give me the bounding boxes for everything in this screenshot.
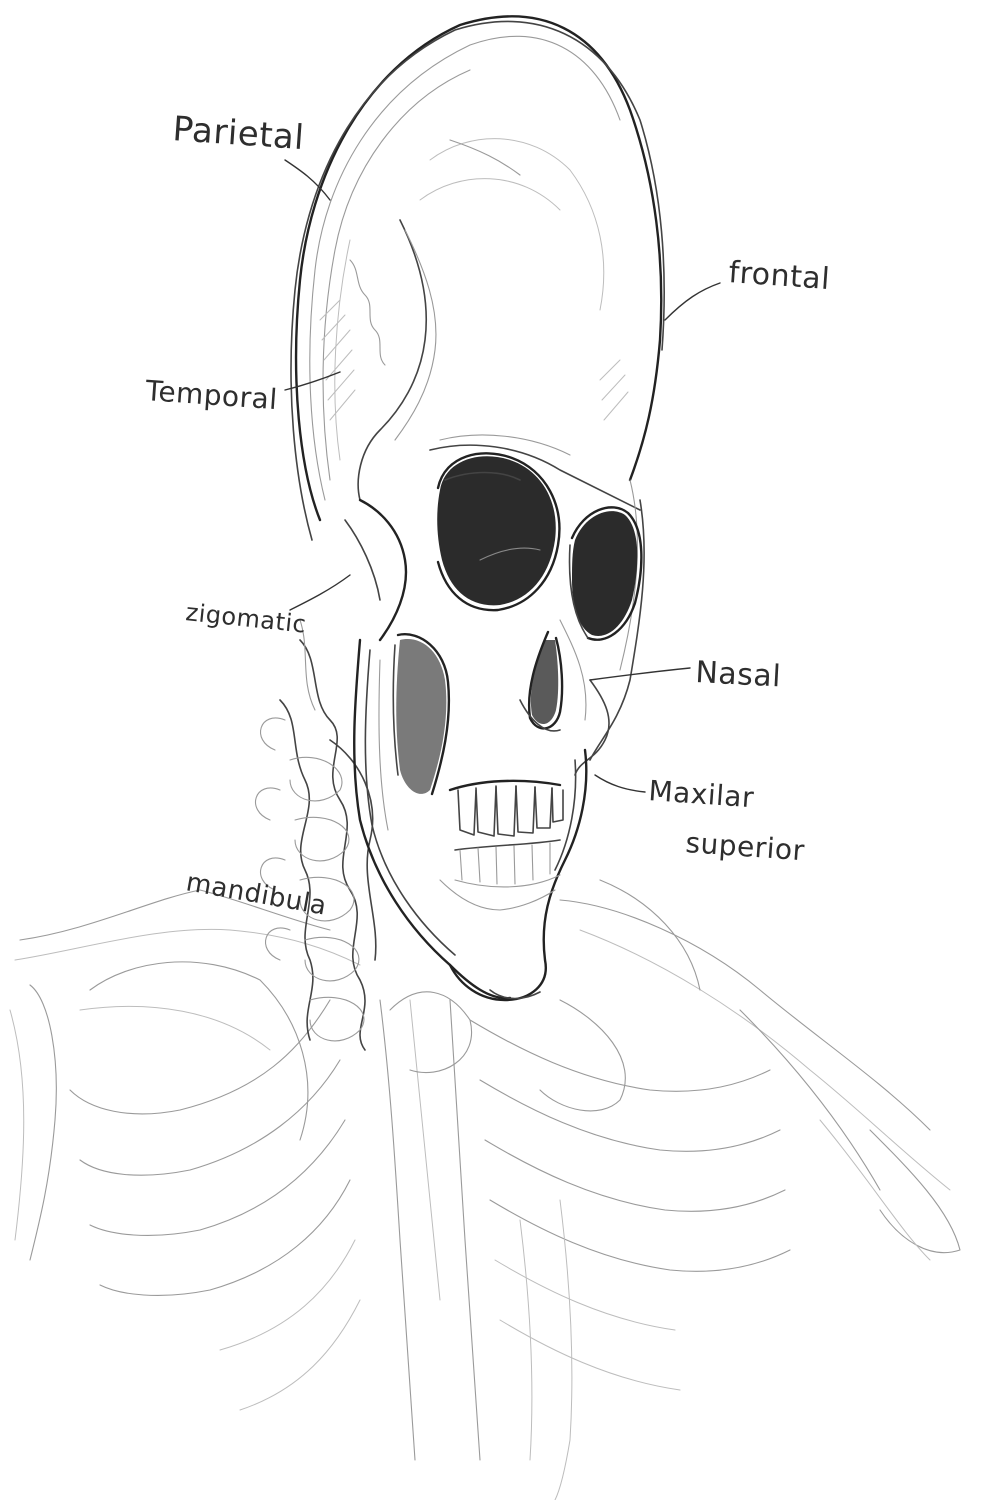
label-frontal: frontal bbox=[727, 255, 831, 297]
lower-teeth bbox=[454, 839, 561, 888]
nasal-cavity bbox=[519, 619, 587, 732]
leader-temporal bbox=[284, 371, 341, 391]
label-maxilar-line2: superior bbox=[685, 826, 806, 867]
left-eye-socket bbox=[436, 452, 561, 612]
cranium-shading bbox=[319, 299, 629, 421]
label-temporal: Temporal bbox=[144, 374, 279, 416]
mandible bbox=[353, 638, 556, 1000]
leader-maxilar bbox=[594, 774, 646, 793]
leader-zigomatic bbox=[289, 574, 351, 611]
leader-nasal bbox=[589, 667, 691, 681]
skull-sketch-diagram: Parietal frontal Temporal zigomatic Nasa… bbox=[9, 15, 961, 1500]
label-zigomatico: zigomatic bbox=[184, 598, 307, 638]
label-parietal: Parietal bbox=[171, 109, 305, 158]
skull-cranium bbox=[290, 15, 665, 761]
upper-teeth bbox=[448, 779, 564, 837]
leader-frontal bbox=[664, 282, 721, 321]
shoulders-and-ribcage bbox=[9, 879, 961, 1500]
label-nasal: Nasal bbox=[695, 655, 782, 694]
label-maxilar-line1: Maxilar bbox=[648, 774, 756, 814]
